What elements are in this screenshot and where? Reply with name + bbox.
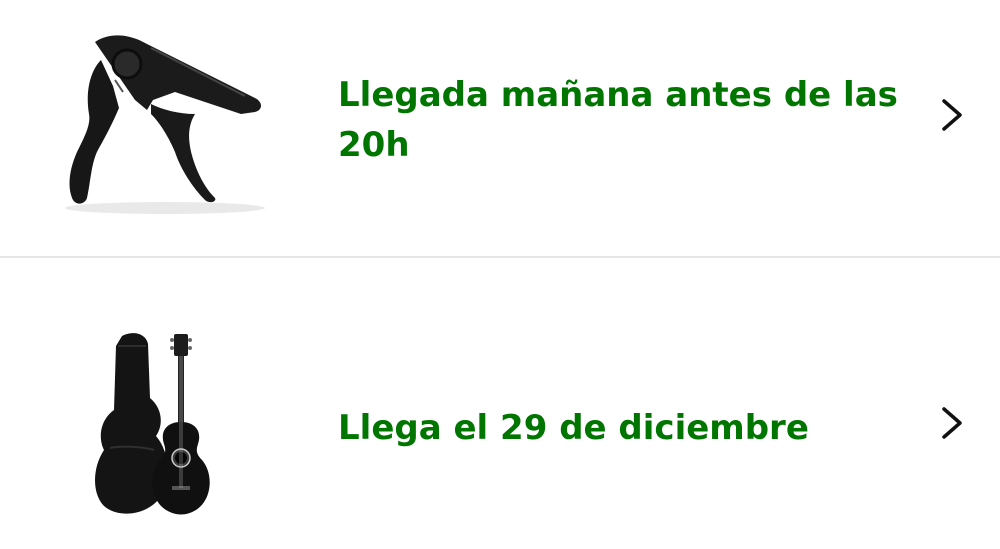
product-image-guitar[interactable] bbox=[90, 328, 225, 523]
chevron-right-icon[interactable] bbox=[936, 95, 966, 135]
delivery-status: Llegada mañana antes de las 20h bbox=[338, 75, 898, 165]
acoustic-guitar-icon bbox=[95, 333, 210, 515]
order-item-guitar[interactable]: Llega el 29 de diciembre bbox=[0, 258, 1000, 549]
guitar-capo-icon bbox=[65, 35, 265, 214]
order-item-capo[interactable]: Llegada mañana antes de las 20h bbox=[0, 0, 1000, 256]
chevron-right-icon[interactable] bbox=[936, 403, 966, 443]
product-image-capo[interactable] bbox=[55, 30, 275, 220]
delivery-status: Llega el 29 de diciembre bbox=[338, 408, 809, 448]
order-list: Llegada mañana antes de las 20h Llega el… bbox=[0, 0, 1000, 549]
